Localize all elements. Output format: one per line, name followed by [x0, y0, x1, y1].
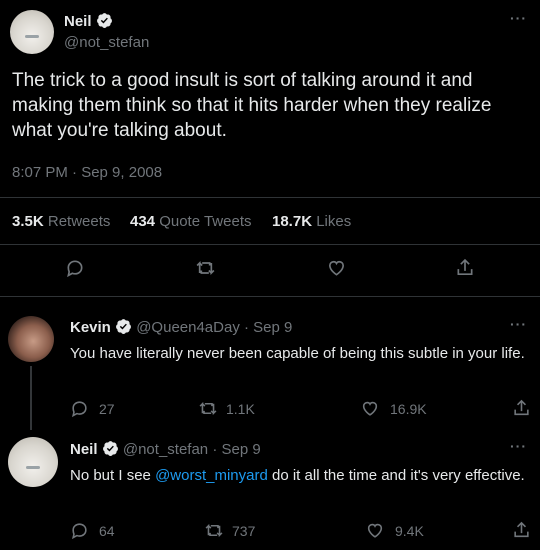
retweets-label: Retweets: [47, 213, 111, 230]
reply-author-name[interactable]: Neil: [70, 441, 98, 458]
retweet-count: 737: [232, 522, 256, 539]
more-options-icon[interactable]: ···: [510, 438, 527, 454]
retweet-icon: [199, 401, 217, 416]
reply-author-handle[interactable]: @Queen4aDay: [136, 319, 240, 336]
retweets-stat[interactable]: 3.5K Retweets: [12, 213, 110, 230]
divider: [0, 244, 540, 245]
reply-text-before: No but I see: [70, 467, 156, 484]
quote-tweets-stat[interactable]: 434 Quote Tweets: [130, 213, 251, 230]
avatar[interactable]: [8, 437, 58, 487]
tweet-timestamp[interactable]: 8:07 PM · Sep 9, 2008: [12, 164, 162, 181]
reply-button[interactable]: 27: [70, 399, 115, 418]
more-options-icon[interactable]: ···: [510, 316, 527, 332]
reply-header: Neil @not_stefan · Sep 9: [70, 440, 261, 458]
reply-text: You have literally never been capable of…: [70, 345, 525, 362]
verified-badge-icon: [116, 319, 131, 334]
like-icon: [362, 401, 378, 416]
quotes-label: Quote Tweets: [159, 213, 252, 230]
retweet-icon: [205, 523, 223, 538]
verified-badge-icon: [96, 13, 112, 28]
more-options-icon[interactable]: ···: [510, 10, 527, 26]
divider: [0, 197, 540, 198]
reply-icon: [71, 401, 87, 418]
reply-header: Kevin @Queen4aDay · Sep 9: [70, 318, 292, 336]
quotes-count: 434: [130, 213, 156, 230]
reply-date[interactable]: · Sep 9: [212, 441, 260, 458]
tweet-text: The trick to a good insult is sort of ta…: [12, 70, 492, 141]
author-name-row[interactable]: Neil: [64, 12, 113, 30]
retweets-count: 3.5K: [12, 213, 44, 230]
like-icon[interactable]: [326, 258, 347, 278]
verified-badge-icon: [102, 441, 118, 456]
reply-text: No but I see @worst_minyard do it all th…: [70, 465, 530, 487]
like-count: 9.4K: [395, 522, 424, 539]
retweet-count: 1.1K: [226, 400, 255, 417]
retweet-button[interactable]: 1.1K: [198, 399, 255, 418]
thread-line: [30, 366, 32, 430]
author-handle[interactable]: @not_stefan: [64, 34, 149, 51]
like-count: 16.9K: [390, 400, 427, 417]
reply-count: 64: [99, 522, 115, 539]
mention-link[interactable]: @worst_minyard: [155, 467, 268, 484]
reply-icon[interactable]: [65, 258, 85, 278]
share-icon[interactable]: [512, 398, 531, 418]
avatar[interactable]: [10, 10, 54, 54]
reply-author-handle[interactable]: @not_stefan: [123, 441, 208, 458]
likes-label: Likes: [316, 213, 352, 230]
author-name[interactable]: Neil: [64, 13, 92, 30]
share-icon[interactable]: [512, 520, 531, 540]
likes-count: 18.7K: [272, 213, 313, 230]
reply-text-after: do it all the time and it's very effecti…: [267, 467, 525, 484]
like-button[interactable]: 16.9K: [360, 399, 427, 418]
share-icon[interactable]: [455, 257, 475, 278]
like-icon: [367, 523, 383, 538]
reply-count: 27: [99, 400, 115, 417]
reply-date[interactable]: · Sep 9: [244, 319, 292, 336]
like-button[interactable]: 9.4K: [365, 521, 424, 540]
retweet-icon[interactable]: [195, 258, 216, 278]
avatar[interactable]: [8, 316, 54, 362]
reply-author-name[interactable]: Kevin: [70, 319, 111, 336]
reply-icon: [71, 523, 87, 540]
likes-stat[interactable]: 18.7K Likes: [272, 213, 351, 230]
divider: [0, 296, 540, 297]
reply-button[interactable]: 64: [70, 521, 115, 540]
retweet-button[interactable]: 737: [204, 521, 255, 540]
